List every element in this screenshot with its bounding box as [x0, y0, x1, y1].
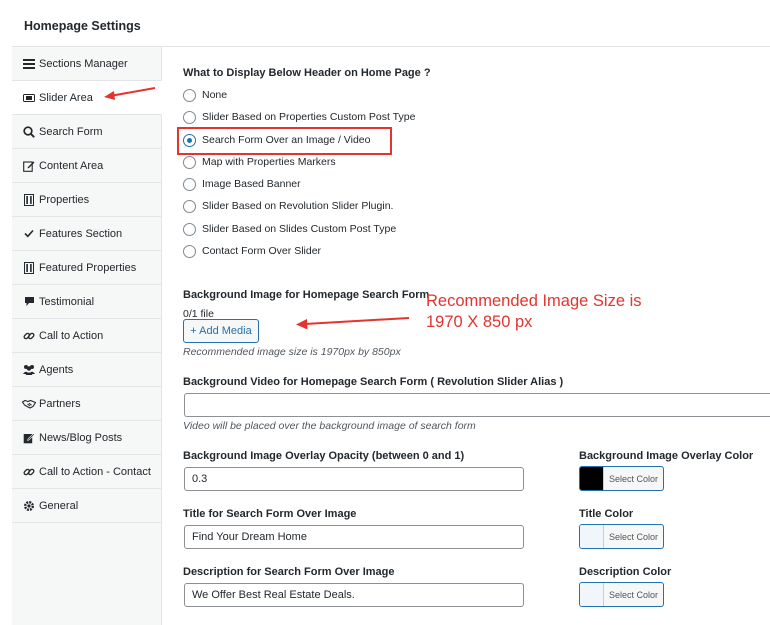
select-color-label: Select Color	[608, 589, 659, 600]
handshake-icon	[22, 397, 36, 411]
sidebar-item-label: Search Form	[39, 125, 103, 138]
sidebar-item-label: News/Blog Posts	[39, 431, 123, 444]
sidebar-item-label: Slider Area	[39, 91, 93, 104]
annotation-arrow-add-media	[296, 317, 410, 330]
edit-note-icon	[22, 431, 36, 445]
sidebar-item-label: Features Section	[39, 227, 123, 240]
sidebar-item-properties[interactable]: Properties	[12, 183, 161, 217]
description-input[interactable]: We Offer Best Real Estate Deals.	[184, 583, 524, 607]
sidebar-item-label: Call to Action	[39, 329, 104, 342]
sidebar: Sections Manager Slider Area Search Form…	[12, 47, 162, 625]
display-below-header-label: What to Display Below Header on Home Pag…	[183, 67, 431, 79]
overlay-color-label: Background Image Overlay Color	[579, 450, 754, 462]
highlight-box	[177, 127, 392, 155]
radio-label: Image Based Banner	[202, 178, 301, 190]
radio-button[interactable]	[183, 110, 196, 124]
description-field-label: Description for Search Form Over Image	[183, 566, 395, 578]
sidebar-item-news-blog-posts[interactable]: News/Blog Posts	[12, 421, 161, 455]
select-color-label: Select Color	[608, 473, 659, 484]
annotation-line-2: 1970 X 850 px	[426, 313, 533, 331]
sidebar-item-sections-manager[interactable]: Sections Manager	[12, 47, 161, 81]
slider-icon	[22, 91, 36, 105]
radio-button[interactable]	[183, 88, 196, 102]
sidebar-item-label: Sections Manager	[39, 57, 128, 70]
radio-label: None	[202, 89, 228, 101]
annotation-text: Recommended Image Size is 1970 X 850 px	[426, 291, 642, 333]
annotation-line-1: Recommended Image Size is	[426, 292, 642, 310]
title-field-label: Title for Search Form Over Image	[183, 508, 357, 520]
building-icon	[22, 193, 36, 207]
radio-option-none[interactable]: None	[183, 87, 227, 103]
bg-image-label: Background Image for Homepage Search For…	[183, 289, 430, 301]
sidebar-item-features-section[interactable]: Features Section	[12, 217, 161, 251]
link-icon	[22, 329, 36, 343]
radio-label: Slider Based on Slides Custom Post Type	[202, 223, 397, 235]
title-input[interactable]: Find Your Dream Home	[184, 525, 524, 549]
sidebar-item-label: Content Area	[39, 159, 104, 172]
radio-label: Map with Properties Markers	[202, 156, 336, 168]
overlay-opacity-label: Background Image Overlay Opacity (betwee…	[183, 450, 465, 462]
sidebar-item-partners[interactable]: Partners	[12, 387, 161, 421]
building-icon	[22, 261, 36, 275]
radio-option-map[interactable]: Map with Properties Markers	[183, 154, 336, 170]
sidebar-item-label: Properties	[39, 193, 90, 206]
sidebar-item-label: Agents	[39, 363, 74, 376]
radio-button[interactable]	[183, 155, 196, 169]
sidebar-item-agents[interactable]: Agents	[12, 353, 161, 387]
title-color-button[interactable]: Select Color	[579, 524, 664, 549]
sidebar-item-label: General	[39, 499, 79, 512]
select-color-label: Select Color	[608, 531, 659, 542]
title-color-label: Title Color	[579, 508, 634, 520]
radio-option-slider-properties[interactable]: Slider Based on Properties Custom Post T…	[183, 109, 415, 125]
bg-video-label: Background Video for Homepage Search For…	[183, 376, 564, 388]
sidebar-item-label: Featured Properties	[39, 261, 137, 274]
description-color-label: Description Color	[579, 566, 672, 578]
radio-option-contact-form[interactable]: Contact Form Over Slider	[183, 243, 321, 259]
radio-button[interactable]	[183, 177, 196, 191]
sidebar-item-label: Testimonial	[39, 295, 95, 308]
radio-option-image-banner[interactable]: Image Based Banner	[183, 176, 301, 192]
overlay-opacity-input[interactable]: 0.3	[184, 467, 524, 491]
sidebar-item-search-form[interactable]: Search Form	[12, 115, 161, 149]
color-swatch	[580, 467, 604, 490]
bg-image-hint: Recommended image size is 1970px by 850p…	[183, 346, 401, 358]
sidebar-item-featured-properties[interactable]: Featured Properties	[12, 251, 161, 285]
radio-button[interactable]	[183, 222, 196, 236]
color-swatch	[580, 583, 604, 606]
sidebar-item-label: Partners	[39, 397, 81, 410]
gear-icon	[22, 499, 36, 513]
sidebar-item-testimonial[interactable]: Testimonial	[12, 285, 161, 319]
menu-lines-icon	[22, 57, 36, 71]
sidebar-item-call-to-action-contact[interactable]: Call to Action - Contact	[12, 455, 161, 489]
radio-button[interactable]	[183, 199, 196, 213]
sidebar-item-call-to-action[interactable]: Call to Action	[12, 319, 161, 353]
annotation-arrow-slider-area	[104, 87, 156, 100]
sidebar-item-label: Call to Action - Contact	[39, 465, 151, 478]
speech-bubble-icon	[22, 295, 36, 309]
radio-option-revolution-slider[interactable]: Slider Based on Revolution Slider Plugin…	[183, 198, 393, 214]
link-icon	[22, 465, 36, 479]
overlay-color-button[interactable]: Select Color	[579, 466, 664, 491]
checkmark-icon	[22, 227, 36, 241]
bg-video-input[interactable]	[184, 393, 770, 417]
page-header: Homepage Settings	[12, 0, 770, 47]
main-panel: What to Display Below Header on Home Pag…	[163, 47, 770, 625]
description-color-button[interactable]: Select Color	[579, 582, 664, 607]
page-title: Homepage Settings	[24, 19, 141, 33]
radio-option-slides-cpt[interactable]: Slider Based on Slides Custom Post Type	[183, 221, 396, 237]
add-media-button[interactable]: + Add Media	[183, 319, 259, 343]
edit-icon	[22, 159, 36, 173]
sidebar-item-general[interactable]: General	[12, 489, 161, 523]
radio-label: Slider Based on Revolution Slider Plugin…	[202, 200, 394, 212]
bg-video-hint: Video will be placed over the background…	[183, 420, 476, 432]
search-icon	[22, 125, 36, 139]
sidebar-item-content-area[interactable]: Content Area	[12, 149, 161, 183]
radio-label: Contact Form Over Slider	[202, 245, 322, 257]
users-icon	[22, 363, 36, 377]
radio-label: Slider Based on Properties Custom Post T…	[202, 111, 416, 123]
radio-button[interactable]	[183, 244, 196, 258]
color-swatch	[580, 525, 604, 548]
